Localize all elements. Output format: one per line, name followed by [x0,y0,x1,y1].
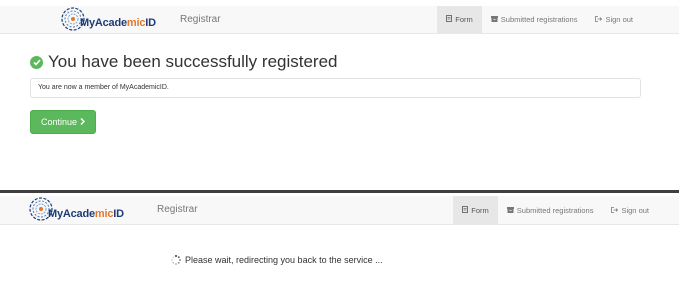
archive-icon [506,206,514,215]
success-heading: You have been successfully registered [30,52,338,72]
nav-sign-out-link[interactable]: Sign out [586,6,679,33]
success-title-text: You have been successfully registered [48,52,338,71]
brand-registrar[interactable]: Registrar [180,14,221,25]
nav-links: Form Submitted registrations Sign out [437,6,679,33]
spinner-icon [171,255,181,265]
top-navbar: MyAcademicID Registrar Form Submitted re… [0,6,679,34]
nav-submitted-registrations-label-bottom: Submitted registrations [516,205,594,215]
membership-message: You are now a member of MyAcademicID. [30,78,641,98]
nav-submitted-registrations-link[interactable]: Submitted registrations [482,6,587,33]
redirect-message: Please wait, redirecting you back to the… [171,255,383,265]
continue-button[interactable]: Continue [30,110,96,134]
nav-form-link[interactable]: Form [437,6,482,33]
nav-form-label: Form [455,15,473,24]
nav-form-link-bottom[interactable]: Form [453,196,498,224]
archive-icon [490,15,498,24]
continue-label: Continue [40,117,78,127]
nav-sign-out-label-bottom: Sign out [621,205,649,215]
sign-out-icon [611,206,619,215]
logo-text-bottom: MyAcademicID [48,208,124,220]
nav-submitted-registrations-label: Submitted registrations [500,15,578,24]
myacademicid-logo[interactable]: MyAcademicID [60,4,156,34]
nav-submitted-registrations-link-bottom[interactable]: Submitted registrations [498,196,603,224]
chevron-right-icon [80,117,86,127]
bottom-navbar: MyAcademicID Registrar Form Submitted re… [0,196,679,225]
nav-sign-out-label: Sign out [605,15,633,24]
nav-links-bottom: Form Submitted registrations Sign out [453,196,679,224]
redirect-text: Please wait, redirecting you back to the… [185,255,383,265]
nav-sign-out-link-bottom[interactable]: Sign out [602,196,679,224]
check-circle-icon [30,55,43,69]
brand-registrar-bottom[interactable]: Registrar [157,204,198,215]
myacademicid-logo-bottom[interactable]: MyAcademicID [28,194,124,224]
logo-text: MyAcademicID [80,17,156,29]
sign-out-icon [595,15,603,24]
file-icon [446,15,453,24]
file-icon [462,205,469,215]
nav-form-label-bottom: Form [471,205,489,215]
